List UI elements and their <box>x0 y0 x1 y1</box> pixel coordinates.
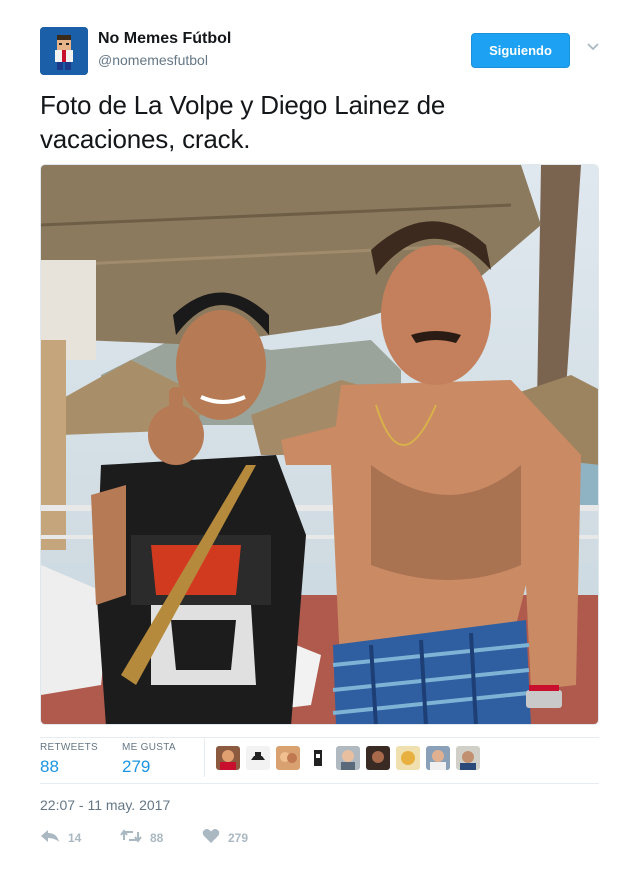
retweets-label: RETWEETS <box>40 742 98 753</box>
like-button[interactable]: 279 <box>202 828 248 847</box>
stats-divider <box>204 737 205 777</box>
retweet-button[interactable]: 88 <box>120 828 163 847</box>
liker-avatar[interactable] <box>246 746 270 770</box>
liker-avatar[interactable] <box>456 746 480 770</box>
liker-avatar[interactable] <box>396 746 420 770</box>
likes-label: ME GUSTA <box>122 742 176 753</box>
chevron-down-icon[interactable] <box>586 40 600 54</box>
retweet-count: 88 <box>150 830 164 845</box>
reply-count: 14 <box>68 830 82 845</box>
following-button[interactable]: Siguiendo <box>471 33 570 68</box>
heart-icon <box>202 828 220 847</box>
tweet-text-line: Foto de La Volpe y Diego Lainez de <box>40 90 446 120</box>
tweet-timestamp[interactable]: 22:07 - 11 may. 2017 <box>40 797 170 813</box>
tweet-actions: 14 88 279 <box>40 828 440 850</box>
account-display-name[interactable]: No Memes Fútbol <box>98 30 231 48</box>
liker-avatar[interactable] <box>336 746 360 770</box>
account-handle[interactable]: @nomemesfutbol <box>98 52 208 68</box>
account-avatar[interactable] <box>40 27 88 75</box>
liker-avatar[interactable] <box>216 746 240 770</box>
tweet-photo[interactable] <box>40 164 599 725</box>
liker-avatar[interactable] <box>276 746 300 770</box>
liker-avatar[interactable] <box>306 746 330 770</box>
divider <box>40 737 599 738</box>
likes-count[interactable]: 279 <box>122 757 150 777</box>
reply-button[interactable]: 14 <box>40 828 81 847</box>
divider <box>40 783 599 784</box>
beach-photo-icon <box>41 165 598 724</box>
pixel-character-icon <box>40 27 88 75</box>
tweet-text: Foto de La Volpe y Diego Lainez de vacac… <box>40 88 580 156</box>
tweet-stats: RETWEETS 88 ME GUSTA 279 <box>40 737 600 780</box>
liker-avatar[interactable] <box>426 746 450 770</box>
tweet-text-line: vacaciones, crack. <box>40 124 251 154</box>
like-count: 279 <box>228 830 249 845</box>
retweets-count[interactable]: 88 <box>40 757 59 777</box>
reply-icon <box>40 828 60 847</box>
retweet-icon <box>120 828 142 847</box>
liker-avatars <box>216 746 480 772</box>
tweet-header: No Memes Fútbol @nomemesfutbol Siguiendo <box>40 27 600 77</box>
liker-avatar[interactable] <box>366 746 390 770</box>
